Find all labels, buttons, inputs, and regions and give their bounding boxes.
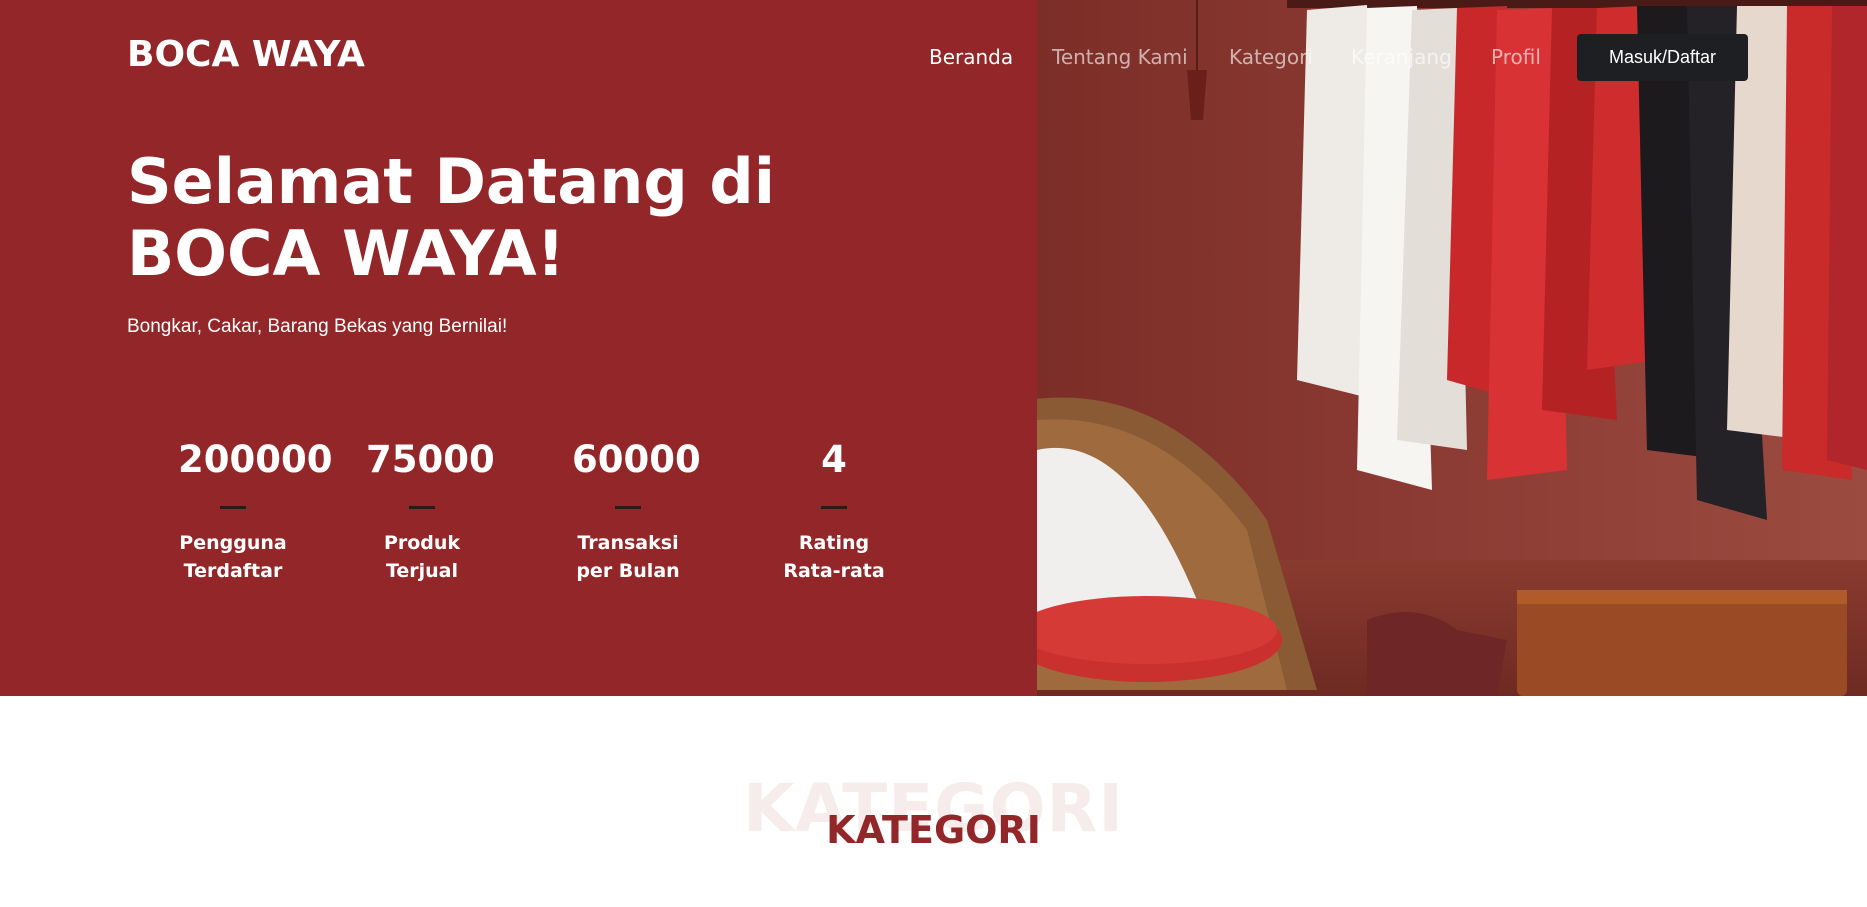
stat-divider	[615, 506, 641, 509]
login-register-button[interactable]: Masuk/Daftar	[1577, 34, 1748, 81]
stat-label-line2: Rata-rata	[783, 560, 885, 582]
stat-registered-users: 200000 Pengguna Terdaftar	[148, 437, 333, 585]
hero-title: Selamat Datang di BOCA WAYA!	[127, 145, 775, 290]
navbar: BOCA WAYA Beranda Tentang Kami Kategori …	[0, 0, 1867, 115]
stat-divider	[821, 506, 847, 509]
stat-label-line1: Rating	[798, 532, 870, 554]
stat-label-line2: Terjual	[385, 560, 459, 582]
stat-value: 4	[821, 438, 847, 481]
stat-monthly-transactions: 60000 Transaksi per Bulan	[560, 437, 701, 585]
stat-label-line1: Transaksi	[577, 532, 679, 554]
stat-value: 200000	[178, 438, 333, 481]
nav-item-tentang-kami[interactable]: Tentang Kami	[1052, 45, 1188, 69]
stat-divider	[409, 506, 435, 509]
stat-value: 60000	[572, 438, 701, 481]
hero-subtitle: Bongkar, Cakar, Barang Bekas yang Bernil…	[127, 316, 508, 337]
stat-label-line1: Produk	[383, 532, 461, 554]
stat-divider	[220, 506, 246, 509]
nav-item-keranjang[interactable]: Keranjang	[1351, 45, 1452, 69]
stat-value: 75000	[366, 438, 495, 481]
stat-label-line2: per Bulan	[576, 560, 680, 582]
stat-average-rating: 4 Rating Rata-rata	[766, 437, 902, 585]
nav-item-kategori[interactable]: Kategori	[1229, 45, 1313, 69]
nav-item-beranda[interactable]: Beranda	[929, 45, 1013, 69]
stat-products-sold: 75000 Produk Terjual	[354, 437, 495, 585]
stat-label-line2: Terdaftar	[183, 560, 283, 582]
section-title: KATEGORI	[826, 808, 1041, 852]
stat-label-line1: Pengguna	[179, 532, 287, 554]
nav-item-profil[interactable]: Profil	[1491, 45, 1541, 69]
brand-logo[interactable]: BOCA WAYA	[127, 34, 365, 75]
